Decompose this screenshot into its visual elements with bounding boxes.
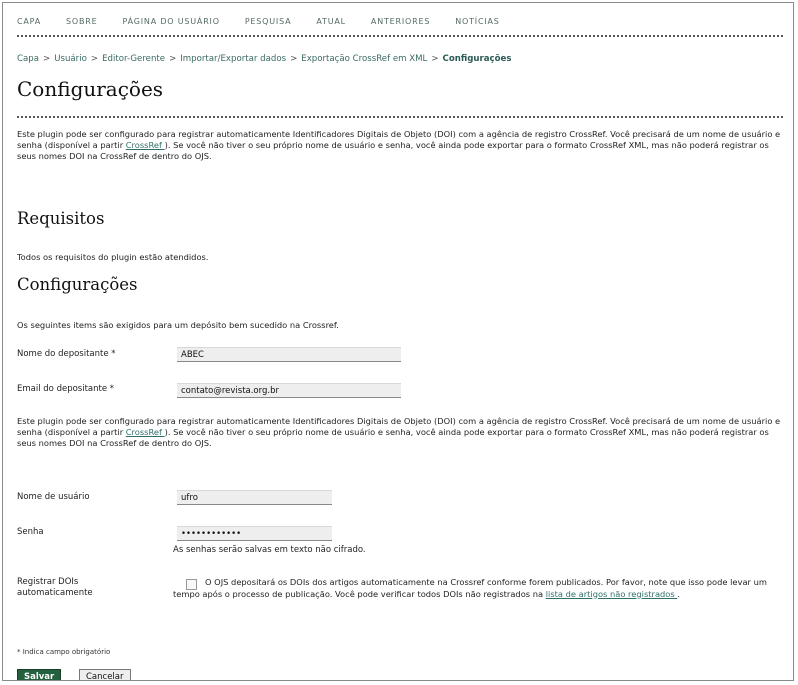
username-input[interactable]	[177, 490, 332, 505]
breadcrumb-editor-gerente[interactable]: Editor-Gerente	[102, 54, 165, 64]
auto-register-text-end: .	[677, 588, 680, 599]
page-frame: CAPA SOBRE PÁGINA DO USUÁRIO PESQUISA AT…	[2, 2, 794, 681]
password-input[interactable]	[177, 526, 332, 541]
crossref-link-repeat[interactable]: CrossRef	[126, 427, 165, 437]
depositor-name-label: Nome do depositante *	[17, 349, 116, 359]
top-nav: CAPA SOBRE PÁGINA DO USUÁRIO PESQUISA AT…	[17, 17, 525, 26]
password-label: Senha	[17, 527, 44, 537]
depositor-email-input[interactable]	[177, 383, 401, 398]
nav-item-pesquisa[interactable]: PESQUISA	[245, 17, 292, 26]
username-label: Nome de usuário	[17, 492, 90, 502]
unregistered-articles-link[interactable]: lista de artigos não registrados	[546, 589, 678, 599]
auto-register-label-line2: automaticamente	[17, 588, 93, 598]
password-hint: As senhas serão salvas em texto não cifr…	[173, 545, 366, 555]
save-button[interactable]: Salvar	[17, 669, 62, 680]
nav-item-atual[interactable]: ATUAL	[316, 17, 346, 26]
depositor-name-input[interactable]	[177, 347, 401, 362]
page-title: Configurações	[17, 77, 164, 101]
breadcrumb-current: Configurações	[442, 54, 512, 64]
nav-item-sobre[interactable]: SOBRE	[66, 17, 97, 26]
breadcrumb-importar-exportar[interactable]: Importar/Exportar dados	[180, 54, 286, 64]
crossref-link[interactable]: CrossRef	[126, 140, 165, 150]
depositor-email-label: Email do depositante *	[17, 384, 115, 394]
settings-heading: Configurações	[17, 275, 138, 294]
nav-item-pagina-do-usuario[interactable]: PÁGINA DO USUÁRIO	[123, 17, 220, 26]
settings-text: Os seguintes items são exigidos para um …	[17, 320, 339, 330]
nav-item-noticias[interactable]: NOTÍCIAS	[455, 17, 499, 26]
intro-paragraph-repeat: Este plugin pode ser configurado para re…	[17, 416, 787, 449]
nav-item-anteriores[interactable]: ANTERIORES	[371, 17, 430, 26]
intro-paragraph: Este plugin pode ser configurado para re…	[17, 129, 787, 162]
required-note: * Indica campo obrigatório	[17, 648, 111, 656]
requirements-heading: Requisitos	[17, 209, 105, 228]
nav-divider	[17, 35, 783, 37]
nav-item-capa[interactable]: CAPA	[17, 17, 41, 26]
auto-register-checkbox[interactable]	[186, 579, 197, 590]
auto-register-label: Registrar DOIs automaticamente	[17, 577, 93, 599]
cancel-button[interactable]: Cancelar	[79, 669, 131, 680]
breadcrumb-exportacao-crossref[interactable]: Exportação CrossRef em XML	[301, 54, 427, 64]
breadcrumb-usuario[interactable]: Usuário	[54, 54, 87, 64]
title-divider	[17, 116, 783, 118]
requirements-text: Todos os requisitos do plugin estão aten…	[17, 252, 209, 262]
breadcrumb-capa[interactable]: Capa	[17, 54, 39, 64]
auto-register-label-line1: Registrar DOIs	[17, 577, 79, 587]
auto-register-description: O OJS depositará os DOIs dos artigos aut…	[173, 577, 793, 600]
breadcrumb: Capa > Usuário > Editor-Gerente > Importar/Exp…	[17, 54, 512, 64]
